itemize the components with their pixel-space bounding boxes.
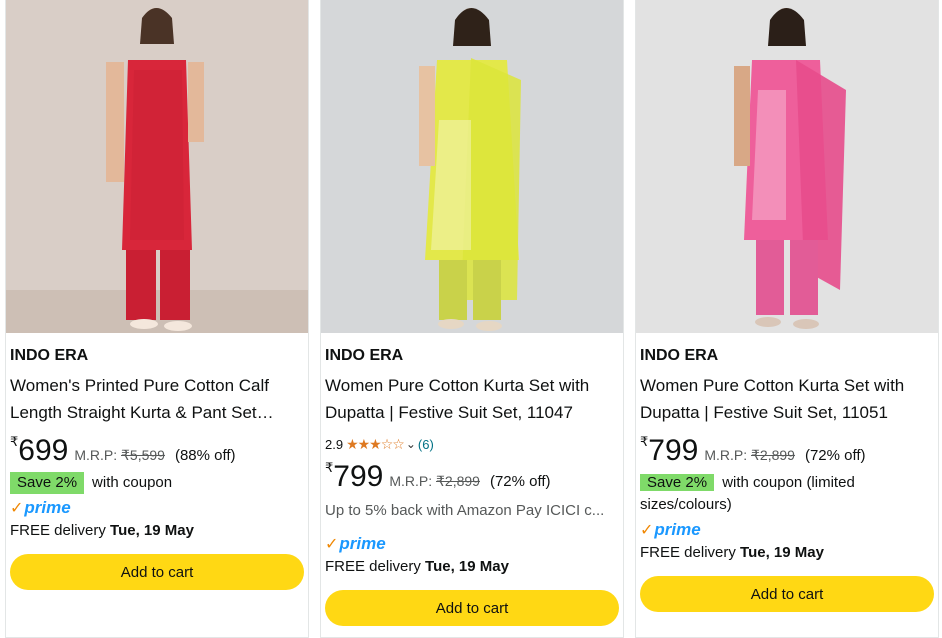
product-card[interactable]: INDO ERA Women Pure Cotton Kurta Set wit… [320,0,624,638]
price[interactable]: 799 [333,462,383,492]
coupon-badge[interactable]: Save 2% [640,474,715,491]
price-row: ₹ 799 M.R.P: ₹2,899 (72% off) [640,434,934,472]
product-title-link[interactable]: Women's Printed Pure Cotton Calf Length … [10,372,304,426]
rating-value: 2.9 [325,436,344,452]
delivery-info: FREE delivery Tue, 19 May [640,544,824,561]
star-rating-icon[interactable]: ★★★☆☆ [346,436,405,453]
product-card[interactable]: INDO ERA Women's Printed Pure Cotton Cal… [5,0,309,638]
product-card[interactable]: INDO ERA Women Pure Cotton Kurta Set wit… [635,0,939,638]
prime-check-icon: ✓ [640,522,654,539]
currency-symbol: ₹ [325,460,334,475]
mrp-value: ₹2,899 [436,473,480,489]
prime-logo: ✓ prime [325,534,386,553]
delivery-date: Tue, 19 May [740,544,824,561]
rating-row[interactable]: 2.9 ★★★☆☆ ⌄ (6) [325,434,619,454]
delivery-date: Tue, 19 May [425,558,509,575]
product-image[interactable] [636,0,938,333]
product-image[interactable] [321,0,623,333]
coupon-badge[interactable]: Save 2% [10,472,85,494]
mrp-value: ₹5,599 [121,447,165,463]
mrp-label: M.R.P: ₹2,899 [389,473,480,489]
price-row: ₹ 799 M.R.P: ₹2,899 (72% off) [325,460,619,498]
coupon-row: Save 2% with coupon [10,472,304,494]
coupon-text: with coupon [92,474,173,491]
prime-check-icon: ✓ [325,536,339,553]
brand-name: INDO ERA [10,347,89,364]
mrp-value: ₹2,899 [751,447,795,463]
add-to-cart-button[interactable]: Add to cart [325,590,619,626]
product-title-link[interactable]: Women Pure Cotton Kurta Set with Dupatta… [325,372,619,426]
coupon-row: Save 2% with coupon (limited sizes/colou… [640,472,934,516]
add-to-cart-button[interactable]: Add to cart [10,554,304,590]
discount: (72% off) [804,447,866,464]
product-image[interactable] [6,0,308,333]
delivery-date: Tue, 19 May [110,522,194,539]
discount: (72% off) [489,473,551,490]
mrp-label: M.R.P: ₹2,899 [704,447,795,463]
delivery-info: FREE delivery Tue, 19 May [325,558,509,575]
rating-count-link[interactable]: (6) [418,437,434,452]
chevron-down-icon[interactable]: ⌄ [406,437,416,451]
add-to-cart-button[interactable]: Add to cart [640,576,934,612]
brand-name: INDO ERA [640,347,719,364]
prime-logo: ✓ prime [10,498,71,517]
brand-name: INDO ERA [325,347,404,364]
currency-symbol: ₹ [640,434,649,449]
product-title-link[interactable]: Women Pure Cotton Kurta Set with Dupatta… [640,372,934,426]
mrp-label: M.R.P: ₹5,599 [74,447,165,463]
prime-check-icon: ✓ [10,500,24,517]
delivery-info: FREE delivery Tue, 19 May [10,522,194,539]
price[interactable]: 699 [18,436,68,466]
price-row: ₹ 699 M.R.P: ₹5,599 (88% off) [10,434,304,472]
discount: (88% off) [174,447,236,464]
prime-logo: ✓ prime [640,520,701,539]
price[interactable]: 799 [648,436,698,466]
cashback-offer: Up to 5% back with Amazon Pay ICICI c... [325,502,605,519]
currency-symbol: ₹ [10,434,19,449]
